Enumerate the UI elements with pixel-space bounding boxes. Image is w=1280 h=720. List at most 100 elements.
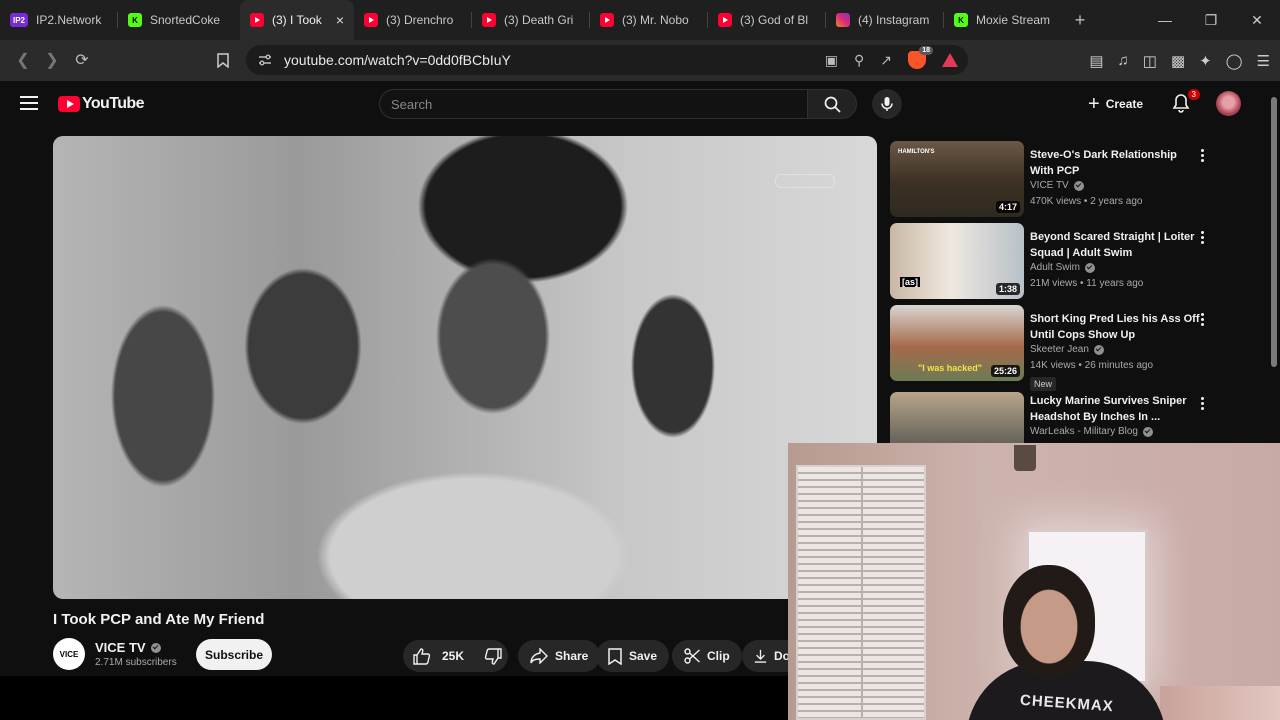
ceiling-lamp [1014, 445, 1036, 471]
verified-icon [1143, 426, 1153, 437]
tab-title: (3) I Took [272, 13, 322, 27]
recommendation-title[interactable]: Lucky Marine Survives Sniper Headshot By… [1030, 393, 1200, 425]
tab-title: (3) Death Gri [504, 13, 574, 27]
zoom-icon[interactable]: ⚲ [854, 52, 864, 69]
recommendation-title[interactable]: Steve-O's Dark Relationship With PCP [1030, 147, 1200, 179]
thumbnail-text: HAMILTON'S [898, 149, 935, 155]
leo-ai-icon[interactable]: ✦ [1199, 52, 1212, 70]
new-tab-button[interactable]: + [1062, 10, 1098, 31]
recommendation-item[interactable]: "I was hacked" 25:26 Short King Pred Lie… [890, 305, 1220, 391]
account-avatar[interactable] [1216, 91, 1241, 116]
video-player[interactable] [53, 136, 877, 599]
guide-menu-icon[interactable] [20, 96, 38, 114]
cast-icon[interactable]: ▣ [825, 52, 838, 69]
share-button[interactable]: Share [518, 640, 601, 672]
browser-tab[interactable]: IP2 IP2.Network [0, 0, 118, 40]
minimize-icon[interactable]: — [1142, 0, 1188, 40]
dislike-button[interactable] [474, 640, 519, 672]
channel-avatar[interactable]: VICE [53, 638, 85, 670]
tab-title: (4) Instagram [858, 13, 930, 27]
share-page-icon[interactable]: ↗ [880, 52, 892, 69]
blanket [1160, 686, 1280, 720]
back-icon[interactable]: ❮ [8, 45, 38, 75]
microphone-icon [881, 97, 893, 111]
search-button[interactable] [807, 89, 857, 119]
browser-tab[interactable]: (3) Death Gri [472, 0, 590, 40]
thumbs-up-icon [413, 647, 431, 665]
browser-tab-strip: IP2 IP2.Network K SnortedCoke (3) I Took… [0, 0, 1280, 40]
recommendation-meta: 21M views • 11 years ago [1030, 278, 1144, 289]
restore-icon[interactable]: ❐ [1188, 0, 1234, 40]
browser-tab[interactable]: K SnortedCoke [118, 0, 240, 40]
browser-tab[interactable]: K Moxie Stream [944, 0, 1062, 40]
recommendation-channel[interactable]: WarLeaks - Military Blog [1030, 426, 1153, 437]
recommendation-title[interactable]: Beyond Scared Straight | Loiter Squad | … [1030, 229, 1200, 261]
browser-tab[interactable]: (3) Drenchro [354, 0, 472, 40]
scissors-icon [684, 648, 700, 664]
create-label: Create [1105, 97, 1144, 111]
search-placeholder: Search [391, 96, 433, 112]
recommendation-title[interactable]: Short King Pred Lies his Ass Off Until C… [1030, 311, 1200, 343]
tab-title: (3) Drenchro [386, 13, 454, 27]
more-actions-icon[interactable] [1201, 149, 1205, 164]
address-bar[interactable]: youtube.com/watch?v=0dd0fBCbIuY ▣ ⚲ ↗ 18 [246, 45, 968, 75]
video-thumbnail[interactable]: HAMILTON'S 4:17 [890, 141, 1024, 217]
plus-icon: + [1088, 92, 1100, 115]
create-button[interactable]: + Create [1088, 90, 1143, 118]
recommendation-channel[interactable]: VICE TV [1030, 180, 1084, 191]
channel-name-text: Adult Swim [1030, 262, 1081, 273]
share-icon [530, 648, 548, 664]
youtube-icon [600, 13, 614, 27]
like-button[interactable]: 25K [403, 640, 474, 672]
close-tab-icon[interactable]: × [336, 12, 344, 28]
webcam-overlay: CHEEKMAX [788, 443, 1280, 720]
menu-icon[interactable]: ☰ [1257, 52, 1270, 70]
youtube-logo[interactable]: YouTube [58, 95, 144, 113]
recommendation-item[interactable]: Lucky Marine Survives Sniper Headshot By… [890, 392, 1220, 444]
video-thumbnail[interactable]: [as] 1:38 [890, 223, 1024, 299]
browser-tab[interactable]: (4) Instagram [826, 0, 944, 40]
more-actions-icon[interactable] [1201, 397, 1205, 412]
more-actions-icon[interactable] [1201, 313, 1205, 328]
brave-rewards-icon[interactable] [942, 53, 958, 67]
scrollbar-thumb[interactable] [1271, 97, 1277, 367]
browser-tab[interactable]: (3) Mr. Nobo [590, 0, 708, 40]
browser-tab[interactable]: (3) God of Bl [708, 0, 826, 40]
media-icon[interactable]: ♫ [1118, 52, 1129, 69]
side-panel-icon[interactable]: ◫ [1143, 52, 1157, 70]
bookmark-icon[interactable] [208, 45, 238, 75]
sidebar-toggle-icon[interactable]: ▤ [1089, 52, 1103, 70]
clip-button[interactable]: Clip [672, 640, 742, 672]
notifications-button[interactable]: 3 [1172, 89, 1200, 113]
search-input[interactable]: Search [379, 89, 807, 119]
verified-icon [1085, 262, 1096, 273]
recommendation-item[interactable]: HAMILTON'S 4:17 Steve-O's Dark Relations… [890, 141, 1220, 219]
subscribe-button[interactable]: Subscribe [196, 639, 272, 670]
video-thumbnail[interactable] [890, 392, 1024, 444]
search-icon [824, 96, 841, 113]
shields-count: 18 [919, 46, 933, 55]
recommendation-channel[interactable]: Adult Swim [1030, 262, 1096, 273]
reload-icon[interactable]: ⟳ [67, 45, 97, 75]
forward-icon[interactable]: ❯ [37, 45, 67, 75]
share-label: Share [555, 649, 589, 663]
close-window-icon[interactable]: ✕ [1234, 0, 1280, 40]
voice-search-button[interactable] [872, 89, 902, 119]
video-thumbnail[interactable]: "I was hacked" 25:26 [890, 305, 1024, 381]
thumbnail-text: [as] [900, 277, 921, 287]
recommendation-item[interactable]: [as] 1:38 Beyond Scared Straight | Loite… [890, 223, 1220, 301]
channel-watermark[interactable] [775, 174, 835, 188]
browser-tab-active[interactable]: (3) I Took × [240, 0, 354, 40]
channel-name-text: VICE TV [95, 640, 146, 655]
site-settings-icon[interactable] [258, 53, 272, 67]
wallet-icon[interactable]: ▩ [1171, 52, 1185, 70]
browser-toolbar: ❮ ❯ ⟳ youtube.com/watch?v=0dd0fBCbIuY ▣ … [0, 40, 1280, 81]
video-duration: 4:17 [995, 201, 1020, 213]
vpn-icon[interactable]: ◯ [1226, 52, 1243, 70]
more-actions-icon[interactable] [1201, 231, 1205, 246]
recommendation-channel[interactable]: Skeeter Jean [1030, 344, 1104, 355]
tab-title: (3) God of Bl [740, 13, 809, 27]
brave-shields-icon[interactable]: 18 [908, 46, 933, 69]
save-button[interactable]: Save [596, 640, 670, 672]
channel-name[interactable]: VICE TV [95, 640, 161, 655]
